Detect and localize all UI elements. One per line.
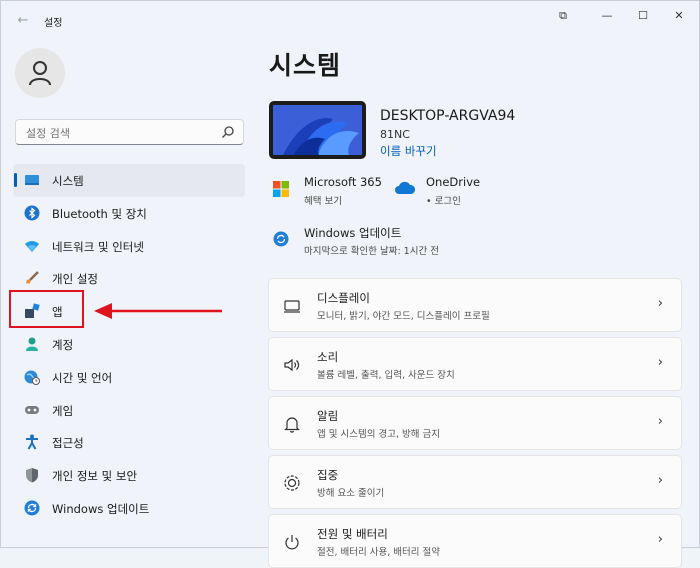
sidebar-nav: 시스템 Bluetooth 및 장치 네트워크 및 인터넷 개인 설정 앱 계정…: [13, 164, 245, 525]
tile-onedrive[interactable]: OneDrive • 로그인: [391, 175, 511, 209]
search-input[interactable]: 설정 검색: [15, 119, 244, 145]
tile-windows-update[interactable]: Windows 업데이트 마지막으로 확인한 날짜: 1시간 전: [269, 225, 509, 259]
card-subtitle: 모니터, 밝기, 야간 모드, 디스플레이 프로필: [317, 311, 490, 322]
card-subtitle: 앱 및 시스템의 경고, 방해 금지: [317, 429, 440, 440]
focus-icon: [284, 475, 300, 491]
card-subtitle: 볼륨 레벨, 출력, 입력, 사운드 장치: [317, 370, 455, 381]
settings-window: ← 설정 ⧉ — ☐ ✕ 설정 검색 시스템 Bluetooth 및 장치 네트…: [0, 0, 700, 568]
page-title: 시스템: [269, 51, 342, 80]
user-icon: [29, 61, 51, 86]
tile-title: Microsoft 365: [304, 175, 382, 189]
power-icon: [285, 535, 299, 550]
title-bar: ← 설정 ⧉ — ☐ ✕: [1, 1, 700, 41]
sidebar-item-label: 계정: [52, 337, 74, 352]
sidebar-item-label: 개인 설정: [52, 272, 98, 287]
sidebar-item-label: 네트워크 및 인터넷: [52, 239, 144, 254]
device-name: DESKTOP-ARGVA94: [380, 108, 516, 124]
sidebar-item-bluetooth[interactable]: Bluetooth 및 장치: [13, 197, 245, 230]
sidebar-item-accessibility[interactable]: 접근성: [13, 426, 245, 459]
tile-subtitle: 마지막으로 확인한 날짜: 1시간 전: [304, 246, 439, 257]
device-thumbnail: [269, 101, 366, 159]
onedrive-cloud-icon: [395, 181, 415, 194]
sidebar-item-label: Windows 업데이트: [52, 501, 150, 516]
brush-icon: [26, 271, 39, 285]
wallpaper-bloom-icon: [273, 105, 362, 155]
app-title: 설정: [44, 18, 63, 29]
sidebar-item-accounts[interactable]: 계정: [13, 328, 245, 361]
tile-title: Windows 업데이트: [304, 226, 402, 240]
device-model: 81NC: [380, 128, 410, 141]
selected-indicator: [14, 173, 17, 187]
annotation-highlight-box: [9, 290, 84, 328]
speaker-icon: [284, 358, 300, 372]
avatar[interactable]: [15, 48, 65, 98]
minimize-button[interactable]: —: [593, 7, 621, 25]
card-title: 알림: [317, 409, 339, 423]
bell-icon: [284, 417, 300, 433]
chevron-right-icon: ›: [657, 532, 663, 547]
chevron-right-icon: ›: [657, 414, 663, 429]
system-icon: [25, 175, 39, 185]
card-subtitle: 방해 요소 줄이기: [317, 488, 385, 499]
card-title: 디스플레이: [317, 291, 370, 305]
shield-icon: [26, 468, 38, 483]
wifi-icon: [25, 240, 39, 252]
sidebar-item-gaming[interactable]: 게임: [13, 394, 245, 427]
chevron-right-icon: ›: [657, 296, 663, 311]
snap-layout-icon[interactable]: ⧉: [549, 7, 577, 25]
annotation-arrow-icon: [94, 303, 222, 319]
sidebar-item-label: 게임: [52, 403, 74, 418]
bluetooth-icon: [24, 205, 40, 221]
card-focus[interactable]: 집중 방해 요소 줄이기 ›: [268, 455, 682, 509]
sidebar-item-windows-update[interactable]: Windows 업데이트: [13, 492, 245, 525]
maximize-button[interactable]: ☐: [629, 7, 657, 25]
sidebar-item-label: 시간 및 언어: [52, 370, 113, 385]
tile-microsoft-365[interactable]: Microsoft 365 혜택 보기: [269, 175, 389, 209]
tile-subtitle: 혜택 보기: [304, 196, 342, 207]
card-title: 소리: [317, 350, 339, 364]
card-display[interactable]: 디스플레이 모니터, 밝기, 야간 모드, 디스플레이 프로필 ›: [268, 278, 682, 332]
card-power-battery[interactable]: 전원 및 배터리 절전, 배터리 사용, 배터리 절약 ›: [268, 514, 682, 568]
microsoft-logo-icon: [273, 181, 289, 197]
card-title: 전원 및 배터리: [317, 527, 388, 541]
sidebar-item-system[interactable]: 시스템: [13, 164, 245, 197]
update-icon: [273, 231, 289, 247]
tile-subtitle: • 로그인: [426, 196, 461, 207]
globe-clock-icon: [24, 370, 40, 385]
sidebar-item-network[interactable]: 네트워크 및 인터넷: [13, 230, 245, 263]
search-icon: [222, 126, 234, 138]
gamepad-icon: [25, 405, 39, 414]
update-icon: [24, 500, 40, 516]
sidebar-item-privacy[interactable]: 개인 정보 및 보안: [13, 459, 245, 492]
sidebar-item-label: 개인 정보 및 보안: [52, 469, 138, 484]
rename-link[interactable]: 이름 바꾸기: [380, 143, 437, 159]
close-button[interactable]: ✕: [665, 7, 693, 25]
sidebar-item-label: Bluetooth 및 장치: [52, 206, 147, 221]
card-title: 집중: [317, 468, 339, 482]
card-sound[interactable]: 소리 볼륨 레벨, 출력, 입력, 사운드 장치 ›: [268, 337, 682, 391]
sidebar-item-time-language[interactable]: 시간 및 언어: [13, 361, 245, 394]
accessibility-icon: [26, 434, 38, 450]
back-arrow-icon[interactable]: ←: [13, 11, 33, 31]
monitor-icon: [284, 300, 300, 313]
card-subtitle: 절전, 배터리 사용, 배터리 절약: [317, 547, 440, 558]
sidebar-item-label: 접근성: [52, 436, 84, 451]
sidebar-item-label: 시스템: [52, 174, 84, 188]
chevron-right-icon: ›: [657, 473, 663, 488]
search-placeholder: 설정 검색: [26, 127, 70, 140]
card-notifications[interactable]: 알림 앱 및 시스템의 경고, 방해 금지 ›: [268, 396, 682, 450]
account-icon: [26, 337, 38, 351]
chevron-right-icon: ›: [657, 355, 663, 370]
tile-title: OneDrive: [426, 175, 481, 189]
